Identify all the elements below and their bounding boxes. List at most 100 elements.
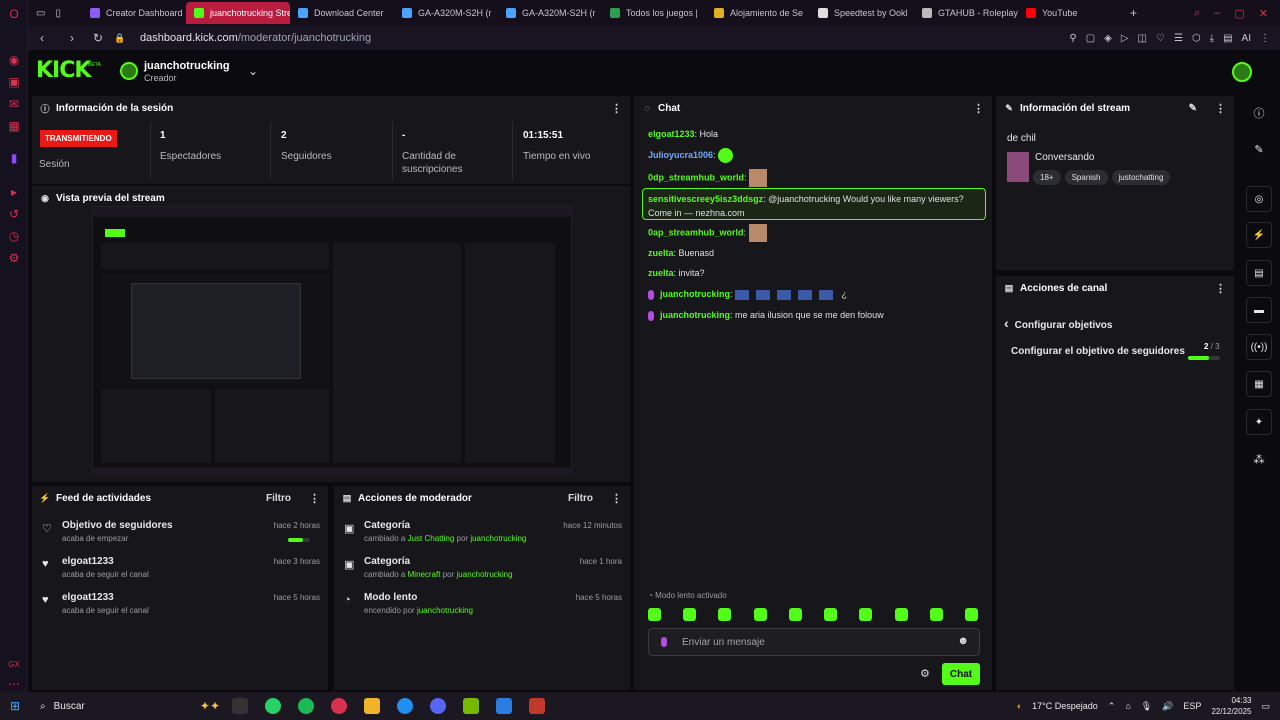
tag[interactable]: Spanish (1064, 170, 1108, 185)
chat-username[interactable]: sensitivescreey5isz3ddsgz (648, 194, 763, 204)
back-icon[interactable]: ‹ (32, 31, 52, 45)
chat-username[interactable]: juanchotrucking (660, 310, 730, 320)
browser-tab[interactable]: GA-A320M-S2H (r (498, 2, 602, 24)
chat-send-button[interactable]: Chat (942, 663, 980, 685)
camera-icon[interactable]: ◫ (1138, 33, 1147, 44)
chat-username[interactable]: zuelta (648, 268, 674, 278)
category-thumbnail[interactable] (1007, 152, 1029, 182)
emote-icon[interactable] (683, 608, 697, 621)
taskbar-search[interactable]: ⌕ Buscar ✦✦ (30, 695, 220, 717)
sidebar-calendar-icon[interactable]: ▦ (6, 118, 22, 134)
layout-icon[interactable]: ▦ (1246, 371, 1272, 397)
nvidia-icon[interactable] (463, 698, 479, 714)
shield-icon[interactable]: ◈ (1104, 33, 1112, 44)
kebab-icon[interactable]: ⋮ (309, 492, 320, 505)
chat-input[interactable]: Enviar un mensaje ☻ (648, 628, 980, 656)
reload-icon[interactable]: ↻ (88, 31, 108, 45)
browser-tab[interactable]: Speedtest by Ookl (810, 2, 914, 24)
browser-tab[interactable]: juanchotrucking Stream (186, 2, 290, 24)
search-tabs-icon[interactable]: ⌕ (1194, 7, 1200, 20)
play-icon[interactable]: ▷ (1121, 33, 1129, 44)
channel-avatar[interactable] (120, 62, 138, 80)
new-tab-button[interactable]: + (1130, 6, 1137, 20)
document-icon[interactable]: ▤ (1246, 260, 1272, 286)
browser-tab[interactable]: Download Center (290, 2, 394, 24)
discord-icon[interactable] (430, 698, 446, 714)
sidebar-gx-icon[interactable]: ◉ (6, 52, 22, 68)
info-icon[interactable]: ⓘ (1252, 106, 1266, 120)
settings-icon[interactable]: ⚙ (6, 250, 22, 266)
history-icon[interactable]: ↺ (6, 206, 22, 222)
file-explorer-icon[interactable] (364, 698, 380, 714)
follower-goal-button[interactable]: Configurar el objetivo de seguidores (1011, 346, 1185, 357)
category-name[interactable]: Conversando (1035, 152, 1094, 163)
menu-icon[interactable]: ☰ (1174, 33, 1183, 44)
emoji-icon[interactable]: ☻ (957, 635, 969, 647)
sidebar-bag-icon[interactable]: ▣ (6, 74, 22, 90)
chat-username[interactable]: juanchotrucking (660, 289, 730, 299)
app-icon[interactable] (529, 698, 545, 714)
clock-icon[interactable]: ◷ (6, 228, 22, 244)
chat-username[interactable]: elgoat1233 (648, 129, 695, 139)
opera-gx-icon[interactable] (331, 698, 347, 714)
emote-icon[interactable] (824, 608, 838, 621)
kebab-icon[interactable]: ⋮ (1215, 282, 1226, 295)
opera-logo-icon[interactable]: O (6, 6, 22, 22)
feed-item-title[interactable]: elgoat1233 (62, 592, 114, 603)
wallet-icon[interactable]: ▤ (1223, 33, 1232, 44)
chat-username[interactable]: Julioyucra1006 (648, 150, 713, 160)
browser-tab[interactable]: GTAHUB - Roleplay (914, 2, 1018, 24)
gx-icon[interactable]: GX (6, 656, 22, 672)
feed-item-title[interactable]: elgoat1233 (62, 556, 114, 567)
close-button[interactable]: ✕ (1259, 7, 1268, 20)
emote-icon[interactable] (718, 608, 732, 621)
volume-icon[interactable]: 🔊 (1162, 701, 1173, 712)
chat-username[interactable]: 0dp_streamhub_world (648, 172, 744, 182)
language-indicator[interactable]: ESP (1183, 701, 1201, 711)
bolt-icon[interactable]: ⚡ (1246, 222, 1272, 248)
player-icon[interactable]: ▸ (6, 184, 22, 200)
chevron-down-icon[interactable]: ⌄ (248, 64, 258, 78)
extensions-icon[interactable]: ⬡ (1192, 33, 1201, 44)
screenshot-icon[interactable]: ◎ (1246, 186, 1272, 212)
back-goals-button[interactable]: ‹ Configurar objetivos (1004, 315, 1112, 331)
chevron-up-icon[interactable]: ⌃ (1108, 701, 1116, 712)
tag[interactable]: justochatting (1111, 170, 1171, 185)
browser-tab[interactable]: YouTube (1018, 2, 1122, 24)
weather-text[interactable]: 17°C Despejado (1032, 701, 1098, 711)
heart-icon[interactable]: ♡ (1156, 33, 1165, 44)
browser-tab[interactable]: Alojamiento de Se (706, 2, 810, 24)
broadcast-icon[interactable]: ((•)) (1246, 334, 1272, 360)
minimize-button[interactable]: – (1214, 7, 1220, 20)
snapshot-icon[interactable]: ▢ (1086, 33, 1095, 44)
user-avatar[interactable] (1232, 62, 1252, 82)
emote-icon[interactable] (929, 608, 943, 621)
url-field[interactable]: dashboard.kick.com/moderator/juanchotruc… (140, 32, 371, 44)
wrench-icon[interactable]: ✦ (1246, 409, 1272, 435)
store-icon[interactable] (496, 698, 512, 714)
pencil-icon[interactable]: ✎ (1252, 142, 1266, 156)
browser-tab[interactable]: GA-A320M-S2H (r (394, 2, 498, 24)
clock[interactable]: 04:33 22/12/2025 (1211, 695, 1251, 717)
more-icon[interactable]: ⋯ (6, 676, 22, 692)
kick-logo[interactable]: KICK (36, 58, 91, 83)
mod-filter-button[interactable]: Filtro (568, 493, 593, 504)
sidebar-mail-icon[interactable]: ✉ (6, 96, 22, 112)
forward-icon[interactable]: › (62, 31, 82, 45)
share-icon[interactable]: ⁂ (1252, 452, 1266, 466)
mic-icon[interactable]: 🎙 (1141, 701, 1152, 712)
spotify-icon[interactable] (298, 698, 314, 714)
browser-tab[interactable]: Todos los juegos | (602, 2, 706, 24)
chat-username[interactable]: zuelta (648, 248, 674, 258)
chat-icon[interactable]: ▬ (1246, 297, 1272, 323)
edge-icon[interactable] (397, 698, 413, 714)
pencil-icon[interactable]: ✎ (1189, 103, 1197, 114)
emote-icon[interactable] (894, 608, 908, 621)
task-view-icon[interactable] (232, 698, 248, 714)
maximize-button[interactable]: ▢ (1234, 7, 1244, 20)
kebab-icon[interactable]: ⋮ (1215, 102, 1226, 115)
feed-filter-button[interactable]: Filtro (266, 493, 291, 504)
pin-icon[interactable]: ⚲ (1069, 33, 1076, 44)
browser-tab[interactable]: Creator Dashboard (82, 2, 186, 24)
chat-username[interactable]: 0ap_streamhub_world (648, 227, 744, 237)
